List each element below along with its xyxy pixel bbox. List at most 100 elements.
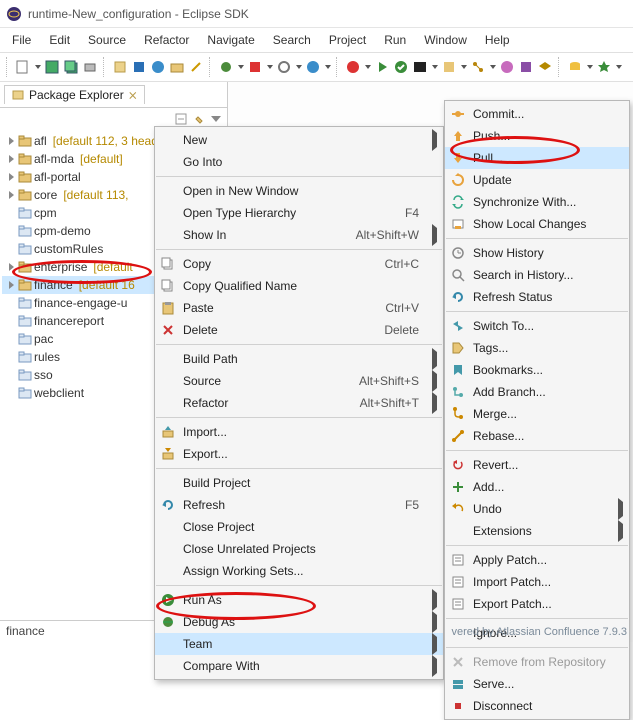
gear-icon[interactable]	[276, 59, 292, 75]
expand-icon[interactable]	[6, 172, 16, 182]
dropdown-icon[interactable]	[489, 59, 496, 75]
branch-icon[interactable]	[470, 59, 486, 75]
menu-item-update[interactable]: Update	[445, 169, 629, 191]
menu-item-undo[interactable]: Undo	[445, 498, 629, 520]
expand-icon[interactable]	[6, 154, 16, 164]
menu-item-new[interactable]: New	[155, 129, 443, 151]
dropdown-icon[interactable]	[615, 59, 622, 75]
task-icon[interactable]	[441, 59, 457, 75]
expand-icon[interactable]	[6, 190, 16, 200]
dropdown-icon[interactable]	[266, 59, 273, 75]
menu-item-apply-patch[interactable]: Apply Patch...	[445, 549, 629, 571]
expand-icon[interactable]	[6, 280, 16, 290]
menu-item-close-project[interactable]: Close Project	[155, 516, 443, 538]
menu-search[interactable]: Search	[265, 30, 319, 50]
menu-item-synchronize-with[interactable]: Synchronize With...	[445, 191, 629, 213]
menu-item-search-in-history[interactable]: Search in History...	[445, 264, 629, 286]
menu-item-show-local-changes[interactable]: Show Local Changes	[445, 213, 629, 235]
folder-icon[interactable]	[169, 59, 185, 75]
menu-item-run-as[interactable]: Run As	[155, 589, 443, 611]
menu-item-paste[interactable]: PasteCtrl+V	[155, 297, 443, 319]
menu-item-commit[interactable]: Commit...	[445, 103, 629, 125]
menu-item-copy-qualified-name[interactable]: Copy Qualified Name	[155, 275, 443, 297]
play-icon[interactable]	[374, 59, 390, 75]
ext-run-icon[interactable]	[345, 59, 361, 75]
expand-icon[interactable]	[6, 136, 16, 146]
cube-icon[interactable]	[518, 59, 534, 75]
dropdown-icon[interactable]	[364, 59, 371, 75]
dropdown-icon[interactable]	[295, 59, 302, 75]
dropdown-icon[interactable]	[431, 59, 438, 75]
menu-refactor[interactable]: Refactor	[136, 30, 197, 50]
menu-item-extensions[interactable]: Extensions	[445, 520, 629, 542]
menu-navigate[interactable]: Navigate	[199, 30, 262, 50]
menu-edit[interactable]: Edit	[41, 30, 78, 50]
menu-help[interactable]: Help	[477, 30, 518, 50]
package-icon[interactable]	[112, 59, 128, 75]
collapse-icon[interactable]	[175, 113, 187, 125]
menu-item-import-patch[interactable]: Import Patch...	[445, 571, 629, 593]
menu-run[interactable]: Run	[376, 30, 414, 50]
menu-item-source[interactable]: SourceAlt+Shift+S	[155, 370, 443, 392]
dropdown-icon[interactable]	[324, 59, 331, 75]
menu-project[interactable]: Project	[321, 30, 374, 50]
globe-icon[interactable]	[150, 59, 166, 75]
menu-item-show-in[interactable]: Show InAlt+Shift+W	[155, 224, 443, 246]
menu-item-open-in-new-window[interactable]: Open in New Window	[155, 180, 443, 202]
menu-item-compare-with[interactable]: Compare With	[155, 655, 443, 677]
menu-item-close-unrelated-projects[interactable]: Close Unrelated Projects	[155, 538, 443, 560]
dropdown-icon[interactable]	[460, 59, 467, 75]
run-config-icon[interactable]	[247, 59, 263, 75]
palette-icon[interactable]	[499, 59, 515, 75]
new-icon[interactable]	[15, 59, 31, 75]
dropdown-icon[interactable]	[237, 59, 244, 75]
cylinder-icon[interactable]	[567, 59, 583, 75]
save-icon[interactable]	[44, 59, 60, 75]
menu-item-revert[interactable]: Revert...	[445, 454, 629, 476]
menu-item-push[interactable]: Push...	[445, 125, 629, 147]
menu-item-delete[interactable]: DeleteDelete	[155, 319, 443, 341]
menu-item-debug-as[interactable]: Debug As	[155, 611, 443, 633]
menu-item-refresh[interactable]: RefreshF5	[155, 494, 443, 516]
menu-window[interactable]: Window	[416, 30, 475, 50]
menu-item-merge[interactable]: Merge...	[445, 403, 629, 425]
menu-item-bookmarks[interactable]: Bookmarks...	[445, 359, 629, 381]
expand-icon[interactable]	[6, 262, 16, 272]
star-icon[interactable]	[596, 59, 612, 75]
explorer-tab[interactable]: Package Explorer ⨯	[4, 85, 145, 104]
menu-item-serve[interactable]: Serve...	[445, 673, 629, 695]
db-icon[interactable]	[131, 59, 147, 75]
menu-item-open-type-hierarchy[interactable]: Open Type HierarchyF4	[155, 202, 443, 224]
menu-item-refactor[interactable]: RefactorAlt+Shift+T	[155, 392, 443, 414]
menu-item-build-project[interactable]: Build Project	[155, 472, 443, 494]
link-icon[interactable]	[193, 113, 205, 125]
hat-icon[interactable]	[537, 59, 553, 75]
menu-item-team[interactable]: Team	[155, 633, 443, 655]
menu-item-switch-to[interactable]: Switch To...	[445, 315, 629, 337]
menu-item-add[interactable]: Add...	[445, 476, 629, 498]
menu-item-rebase[interactable]: Rebase...	[445, 425, 629, 447]
menu-item-copy[interactable]: CopyCtrl+C	[155, 253, 443, 275]
menu-item-show-history[interactable]: Show History	[445, 242, 629, 264]
menu-item-tags[interactable]: Tags...	[445, 337, 629, 359]
menu-item-add-branch[interactable]: Add Branch...	[445, 381, 629, 403]
menu-item-import[interactable]: Import...	[155, 421, 443, 443]
save-all-icon[interactable]	[63, 59, 79, 75]
menu-item-build-path[interactable]: Build Path	[155, 348, 443, 370]
menu-item-export[interactable]: Export...	[155, 443, 443, 465]
menu-item-go-into[interactable]: Go Into	[155, 151, 443, 173]
class-icon[interactable]	[305, 59, 321, 75]
debug-icon[interactable]	[218, 59, 234, 75]
menu-icon[interactable]	[211, 114, 221, 124]
menu-item-assign-working-sets[interactable]: Assign Working Sets...	[155, 560, 443, 582]
menu-item-refresh-status[interactable]: Refresh Status	[445, 286, 629, 308]
menu-file[interactable]: File	[4, 30, 39, 50]
menu-item-disconnect[interactable]: Disconnect	[445, 695, 629, 717]
wand-icon[interactable]	[188, 59, 204, 75]
menu-source[interactable]: Source	[80, 30, 134, 50]
menu-item-export-patch[interactable]: Export Patch...	[445, 593, 629, 615]
menu-item-pull[interactable]: Pull...	[445, 147, 629, 169]
print-icon[interactable]	[82, 59, 98, 75]
dropdown-icon[interactable]	[34, 59, 41, 75]
terminal-icon[interactable]	[412, 59, 428, 75]
